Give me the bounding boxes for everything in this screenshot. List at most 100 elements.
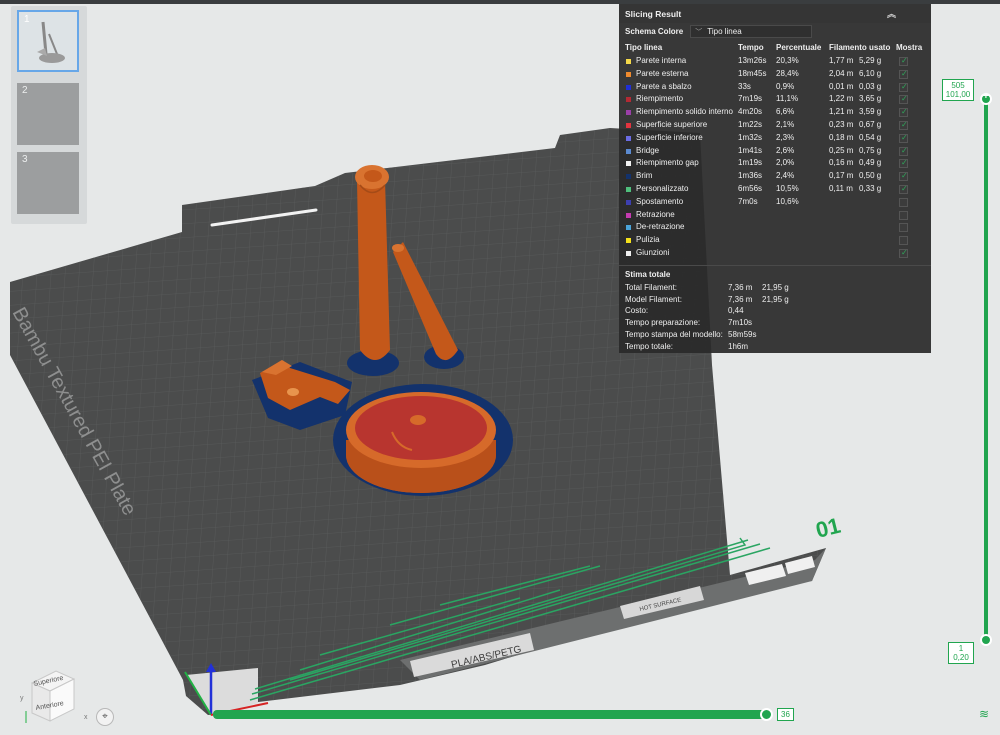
line-type-length: 0,11 m <box>829 183 853 193</box>
line-type-name: Parete a sbalzo <box>636 81 692 91</box>
estimate-label: Tempo stampa del modello: <box>625 329 723 339</box>
layer-slider-bottom-label: 1 0,20 <box>948 642 974 664</box>
layers-icon[interactable]: ≋ <box>979 707 989 721</box>
estimate-title: Stima totale <box>625 269 671 279</box>
plate-thumb-3[interactable]: 3 <box>17 152 79 214</box>
estimate-value: 7m10s <box>728 318 753 328</box>
show-checkbox[interactable] <box>899 223 908 233</box>
layer-slider-top-handle[interactable] <box>980 91 992 105</box>
line-type-name: Superficie inferiore <box>636 132 703 142</box>
legend-row: Riempimento gap 1m19s 2,0% 0,16 m 0,49 g <box>619 157 931 170</box>
line-type-percent: 20,3% <box>776 56 799 65</box>
estimate-label: Total Filament: <box>625 282 678 292</box>
line-type-time: 18m45s <box>738 68 767 78</box>
legend-row: Parete esterna 18m45s 28,4% 2,04 m 6,10 g <box>619 68 931 81</box>
estimate-rows: Total Filament: 7,36 m 21,95 g Model Filame… <box>619 282 931 353</box>
move-slider-handle[interactable] <box>760 708 773 721</box>
plate-number-label: 3 <box>22 154 28 165</box>
line-type-percent: 11,1% <box>776 94 799 104</box>
line-type-percent: 2,0% <box>776 158 795 168</box>
legend-rows: Parete interna13m26s20,3%1,77 m5,29 gPar… <box>619 55 931 260</box>
line-type-percent: 10,6% <box>776 196 799 206</box>
fit-view-icon[interactable]: ⌖ <box>96 708 114 726</box>
move-slider-track[interactable] <box>213 710 770 719</box>
plate-thumb-1[interactable]: 1 <box>17 10 79 72</box>
color-swatch <box>626 212 631 218</box>
line-type-weight: 6,10 g <box>859 68 882 78</box>
line-type-length: 0,23 m <box>829 119 854 129</box>
color-scheme-row: Schema Colore ﹀ Tipo linea <box>619 23 931 40</box>
line-type-weight: 0,50 g <box>859 171 882 181</box>
line-type-weight: 0,33 g <box>859 183 882 193</box>
estimate-weight: 21,95 g <box>762 294 789 304</box>
col-header-percent: Percentuale <box>776 43 822 52</box>
line-type-name: Personalizzato <box>636 183 689 193</box>
tall-post <box>357 180 390 360</box>
line-type-time: 7m0s <box>738 196 758 206</box>
estimate-label: Tempo preparazione: <box>625 318 701 328</box>
legend-row: Pulizia <box>619 234 931 247</box>
layer-slider-fill <box>984 100 988 640</box>
show-checkbox[interactable] <box>899 236 908 246</box>
show-checkbox[interactable] <box>899 157 908 170</box>
bottom-layer-height: 0,20 <box>953 653 969 662</box>
color-swatch <box>626 238 631 244</box>
estimate-value: 0,44 <box>728 306 744 316</box>
line-type-time: 7m19s <box>738 94 763 104</box>
show-checkbox[interactable] <box>899 210 908 220</box>
legend-row: Retrazione <box>619 209 931 222</box>
line-type-name: Riempimento gap <box>636 158 699 168</box>
plate-thumb-2[interactable]: 2 <box>17 83 79 145</box>
line-type-name: De-retrazione <box>636 222 685 232</box>
line-type-weight: 0,67 g <box>859 119 882 129</box>
col-header-time: Tempo <box>738 43 764 52</box>
view-cube[interactable]: Superiore Anteriore y x <box>20 663 94 729</box>
show-checkbox[interactable] <box>899 55 908 68</box>
color-scheme-value: Tipo linea <box>707 27 742 36</box>
panel-title: Slicing Result <box>625 8 682 19</box>
show-checkbox[interactable] <box>899 247 908 260</box>
layer-slider-bottom-handle[interactable] <box>980 634 992 646</box>
plate-number-label: 2 <box>22 85 28 96</box>
line-type-name: Riempimento solido interno <box>636 107 733 117</box>
legend-row: De-retrazione <box>619 221 931 234</box>
color-swatch <box>626 84 631 90</box>
line-type-name: Spostamento <box>636 196 684 206</box>
show-checkbox[interactable] <box>899 119 908 132</box>
line-type-time: 1m36s <box>738 171 763 181</box>
show-checkbox[interactable] <box>899 183 908 196</box>
show-checkbox[interactable] <box>899 197 908 207</box>
top-layer-number: 505 <box>951 81 965 90</box>
show-checkbox[interactable] <box>899 170 908 183</box>
estimate-value: 1h6m <box>728 341 749 351</box>
double-chevron-up-icon[interactable]: ︽ <box>887 7 896 20</box>
line-type-weight: 0,03 g <box>859 81 882 91</box>
color-swatch <box>626 71 631 77</box>
plate-list: 1 2 3 <box>11 6 87 224</box>
color-swatch <box>626 161 631 167</box>
legend-row: Bridge 1m41s 2,6% 0,25 m 0,75 g <box>619 145 931 157</box>
show-checkbox[interactable] <box>899 106 908 119</box>
estimate-row: Total Filament: 7,36 m 21,95 g <box>619 282 931 294</box>
line-type-weight: 5,29 g <box>859 56 882 65</box>
col-header-show: Mostra <box>896 43 923 52</box>
color-scheme-label: Schema Colore <box>625 27 684 36</box>
show-checkbox[interactable] <box>899 145 908 157</box>
line-type-weight: 0,75 g <box>859 145 882 155</box>
line-type-name: Brim <box>636 171 653 181</box>
color-swatch <box>626 110 631 116</box>
line-type-percent: 0,9% <box>776 81 795 91</box>
plate-number: 01 <box>813 513 843 543</box>
show-checkbox[interactable] <box>899 68 908 81</box>
line-type-percent: 28,4% <box>776 68 799 78</box>
show-checkbox[interactable] <box>899 132 908 145</box>
line-type-time: 1m41s <box>738 145 763 155</box>
bottom-layer-number: 1 <box>958 644 964 653</box>
show-checkbox[interactable] <box>899 93 908 106</box>
legend-row: Parete a sbalzo 33s 0,9% 0,01 m 0,03 g <box>619 81 931 93</box>
legend-table: Tipo linea Tempo Percentuale Filamento u… <box>619 42 931 260</box>
show-checkbox[interactable] <box>899 81 908 93</box>
line-type-length: 0,16 m <box>829 158 854 168</box>
color-scheme-select[interactable]: ﹀ Tipo linea <box>690 25 813 38</box>
estimate-value: 58m59s <box>728 329 757 339</box>
